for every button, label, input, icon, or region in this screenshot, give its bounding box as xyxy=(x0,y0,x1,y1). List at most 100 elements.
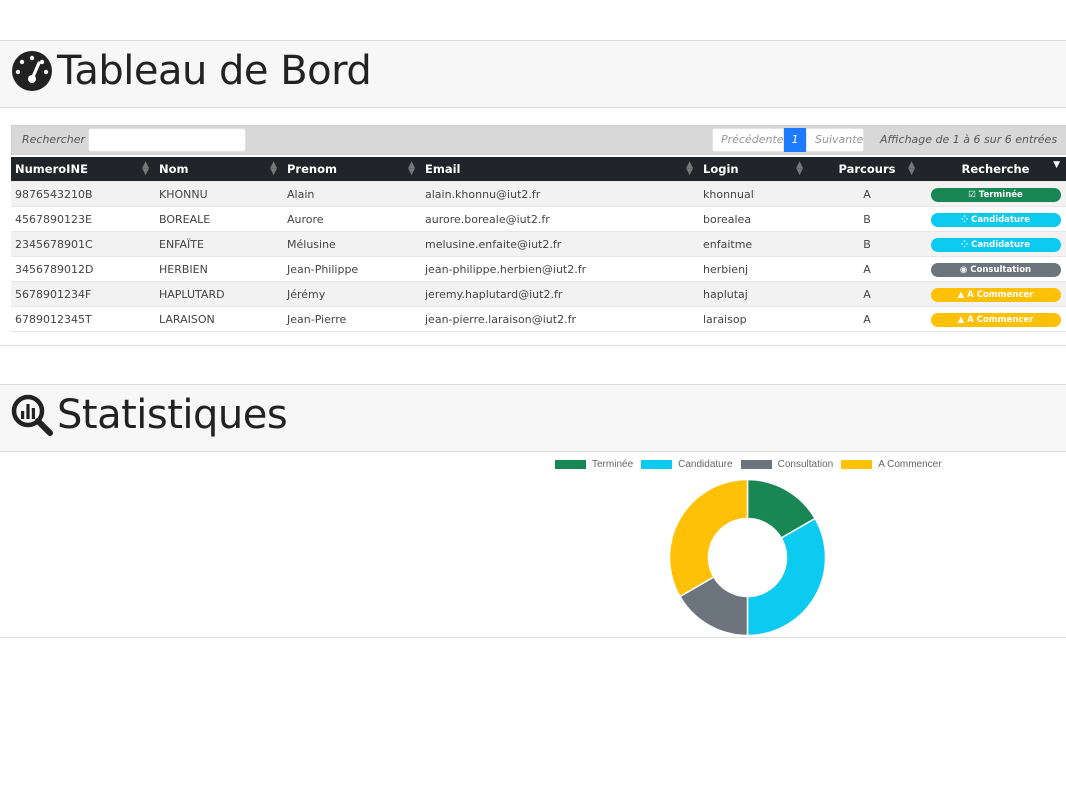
cell-recherche: ▲ A Commencer xyxy=(921,306,1066,332)
cell-login: laraisop xyxy=(699,306,809,332)
cell-parcours: A xyxy=(809,181,921,207)
cell-login: enfaitme xyxy=(699,231,809,257)
legend-swatch xyxy=(740,460,772,469)
cell-email: jean-philippe.herbien@iut2.fr xyxy=(421,256,699,282)
column-header-parcours[interactable]: Parcours ▲ ▼ xyxy=(809,157,921,182)
divider xyxy=(0,345,1066,346)
cell-prenom: Jérémy xyxy=(283,281,421,307)
legend-item[interactable]: A Commencer xyxy=(841,459,942,470)
cell-recherche: ☑ Terminée xyxy=(921,181,1066,207)
cell-email: jeremy.haplutard@iut2.fr xyxy=(421,281,699,307)
page-title: Tableau de Bord xyxy=(57,48,372,94)
status-badge: ◉ Consultation xyxy=(930,262,1061,277)
column-header-email[interactable]: Email ▲ ▼ xyxy=(421,157,699,182)
status-label: A Commencer xyxy=(967,289,1034,300)
cell-email: aurore.boreale@iut2.fr xyxy=(421,206,699,232)
legend-swatch xyxy=(641,460,673,469)
status-donut-chart xyxy=(668,478,827,637)
previous-page-button[interactable]: Précédente xyxy=(712,128,784,152)
table-row: 2345678901C ENFAÏTE Mélusine melusine.enfai… xyxy=(11,231,1066,257)
cell-email: alain.khonnu@iut2.fr xyxy=(421,181,699,207)
status-badge: ☑ Terminée xyxy=(930,187,1061,202)
statistics-title: Statistiques xyxy=(57,392,288,438)
warning-icon: ▲ xyxy=(957,314,968,325)
cell-recherche: ◉ Consultation xyxy=(921,256,1066,282)
cell-numeroine: 5678901234F xyxy=(11,281,155,307)
status-label: Candidature xyxy=(971,214,1030,225)
legend-label: Consultation xyxy=(777,459,834,470)
spinner-icon: ⁘ xyxy=(960,239,972,250)
donut-slice-candidature[interactable] xyxy=(746,517,827,637)
table-row: 6789012345T LARAISON Jean-Pierre jean-pierr… xyxy=(11,306,1066,332)
table-row: 5678901234F HAPLUTARD Jérémy jeremy.hapluta… xyxy=(11,281,1066,307)
cell-numeroine: 4567890123E xyxy=(11,206,155,232)
column-header-login[interactable]: Login ▲ ▼ xyxy=(699,157,809,182)
table-row: 9876543210B KHONNU Alain alain.khonnu@iut2.… xyxy=(11,181,1066,207)
sort-icon: ▲ ▼ xyxy=(270,160,277,177)
legend-item[interactable]: Terminée xyxy=(555,459,633,470)
cell-nom: LARAISON xyxy=(155,306,283,332)
status-badge: ⁘ Candidature xyxy=(930,237,1061,252)
cell-recherche: ⁘ Candidature xyxy=(921,206,1066,232)
cell-prenom: Jean-Pierre xyxy=(283,306,421,332)
cell-login: herbienj xyxy=(699,256,809,282)
cell-numeroine: 9876543210B xyxy=(11,181,155,207)
status-label: Consultation xyxy=(970,264,1032,275)
cell-login: khonnual xyxy=(699,181,809,207)
status-badge: ▲ A Commencer xyxy=(930,287,1061,302)
legend-item[interactable]: Candidature xyxy=(641,459,733,470)
chart-legend: Terminée Candidature Consultation A Commenc… xyxy=(555,459,950,470)
sort-icon: ▲ ▼ xyxy=(408,160,415,177)
cell-login: borealea xyxy=(699,206,809,232)
warning-icon: ▲ xyxy=(957,289,968,300)
status-badge: ▲ A Commencer xyxy=(930,312,1061,327)
dashboard-header: Tableau de Bord xyxy=(0,40,1066,108)
table-body: 9876543210B KHONNU Alain alain.khonnu@iut2.… xyxy=(11,181,1066,332)
column-header-recherche[interactable]: Recherche ▼ xyxy=(921,157,1066,182)
tachometer-icon xyxy=(12,51,52,91)
next-page-button[interactable]: Suivante xyxy=(806,128,864,152)
sort-icon: ▲ ▼ xyxy=(796,160,803,177)
cell-parcours: B xyxy=(809,231,921,257)
eye-icon: ◉ xyxy=(959,264,971,275)
status-badge: ⁘ Candidature xyxy=(930,212,1061,227)
cell-recherche: ⁘ Candidature xyxy=(921,231,1066,257)
table-info: Affichage de 1 à 6 sur 6 entrées xyxy=(880,133,1058,146)
page-1-button[interactable]: 1 xyxy=(784,128,806,152)
column-header-numeroine[interactable]: NumeroINE ▲ ▼ xyxy=(11,157,155,182)
magnifier-chart-icon xyxy=(11,394,53,436)
cell-nom: BOREALE xyxy=(155,206,283,232)
cell-recherche: ▲ A Commencer xyxy=(921,281,1066,307)
divider xyxy=(0,637,1066,638)
search-label: Rechercher : xyxy=(22,133,93,146)
cell-nom: KHONNU xyxy=(155,181,283,207)
check-square-icon: ☑ xyxy=(968,189,979,200)
legend-label: A Commencer xyxy=(878,459,942,470)
cell-nom: HAPLUTARD xyxy=(155,281,283,307)
table-header-row: NumeroINE ▲ ▼ Nom ▲ ▼ Prenom ▲ ▼ Email ▲ ▼ Login… xyxy=(11,157,1066,182)
cell-parcours: B xyxy=(809,206,921,232)
sort-icon: ▲ ▼ xyxy=(142,160,149,177)
column-header-prenom[interactable]: Prenom ▲ ▼ xyxy=(283,157,421,182)
cell-prenom: Jean-Philippe xyxy=(283,256,421,282)
cell-numeroine: 2345678901C xyxy=(11,231,155,257)
cell-nom: HERBIEN xyxy=(155,256,283,282)
column-header-nom[interactable]: Nom ▲ ▼ xyxy=(155,157,283,182)
cell-nom: ENFAÏTE xyxy=(155,231,283,257)
statistics-header: Statistiques xyxy=(0,384,1066,452)
table-row: 4567890123E BOREALE Aurore aurore.boreale@i… xyxy=(11,206,1066,232)
cell-numeroine: 6789012345T xyxy=(11,306,155,332)
status-label: Candidature xyxy=(971,239,1030,250)
legend-label: Candidature xyxy=(678,459,733,470)
donut-slice-a-commencer[interactable] xyxy=(668,478,749,598)
search-input[interactable] xyxy=(88,128,246,152)
table-toolbar: Rechercher : Précédente 1 Suivante Affic… xyxy=(11,125,1066,155)
legend-item[interactable]: Consultation xyxy=(740,459,834,470)
legend-swatch xyxy=(841,460,873,469)
cell-login: haplutaj xyxy=(699,281,809,307)
sort-icon: ▲ ▼ xyxy=(686,160,693,177)
cell-numeroine: 3456789012D xyxy=(11,256,155,282)
status-label: Terminée xyxy=(978,189,1023,200)
cell-parcours: A xyxy=(809,256,921,282)
table-row: 3456789012D HERBIEN Jean-Philippe jean-phil… xyxy=(11,256,1066,282)
